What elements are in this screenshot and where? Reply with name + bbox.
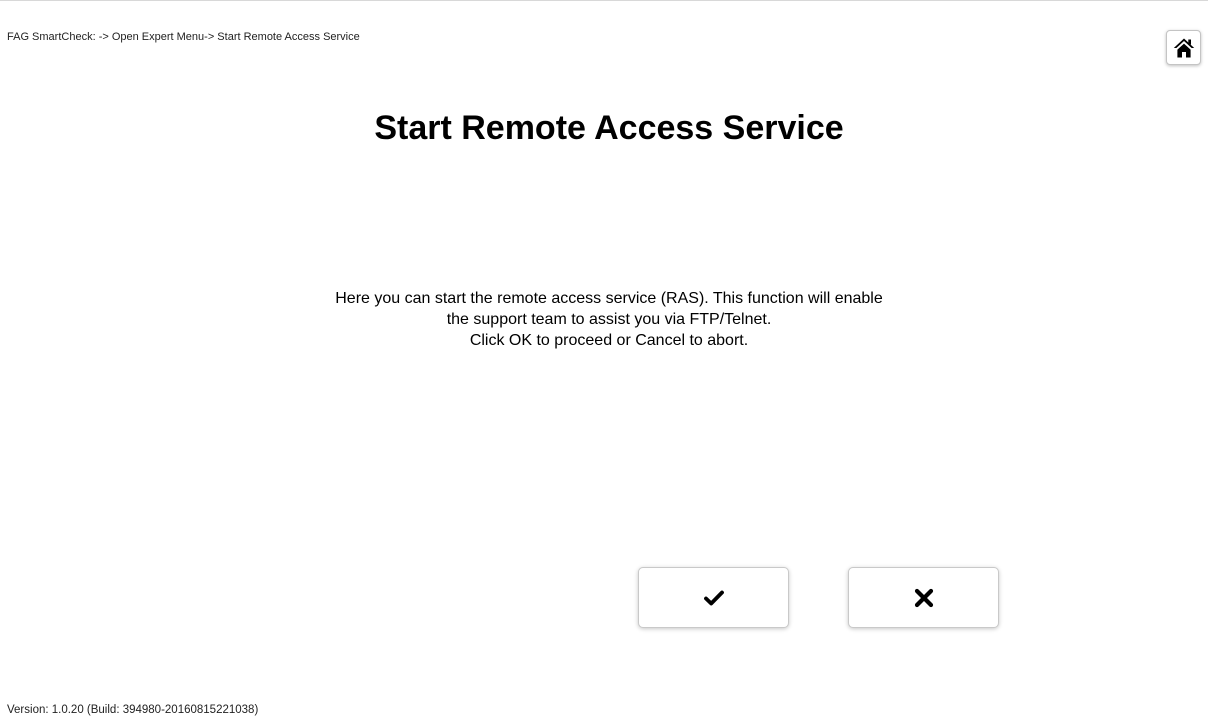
message-line: Here you can start the remote access ser… bbox=[335, 290, 883, 307]
ok-button[interactable] bbox=[638, 567, 789, 628]
home-button[interactable] bbox=[1166, 30, 1201, 65]
checkmark-icon bbox=[703, 590, 724, 605]
close-icon bbox=[914, 588, 933, 607]
page-title: Start Remote Access Service bbox=[374, 109, 844, 147]
message-line: Click OK to proceed or Cancel to abort. bbox=[469, 332, 749, 349]
breadcrumb: FAG SmartCheck: -> Open Expert Menu-> St… bbox=[7, 31, 360, 43]
info-message: Here you can start the remote access ser… bbox=[0, 288, 1208, 351]
cancel-button[interactable] bbox=[848, 567, 999, 628]
version-info: Version: 1.0.20 (Build: 394980-201608152… bbox=[7, 704, 259, 716]
home-icon bbox=[1173, 38, 1194, 57]
message-line: the support team to assist you via FTP/T… bbox=[446, 311, 772, 328]
expert-menu-page: FAG SmartCheck: -> Open Expert Menu-> St… bbox=[0, 0, 1208, 726]
